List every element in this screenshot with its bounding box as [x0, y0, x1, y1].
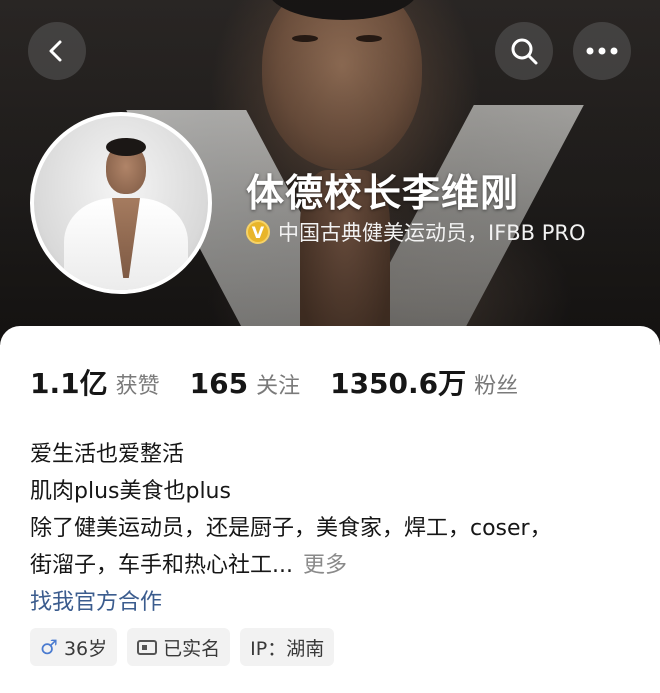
bio-line: 爱生活也爱整活 [30, 442, 185, 467]
likes-label: 获赞 [115, 374, 160, 399]
verification-row: V 中国古典健美运动员，IFBB PRO [246, 217, 586, 247]
bio-line: 肌肉plus美食也plus [30, 479, 231, 504]
profile-name: 体德校长李维刚 [246, 171, 520, 215]
search-button[interactable] [495, 22, 553, 80]
likes-count: 1.1亿 [30, 367, 108, 400]
ip-text: IP：湖南 [250, 637, 325, 660]
age-text: 36岁 [63, 637, 108, 660]
more-button[interactable] [573, 22, 631, 80]
stats-row: 1.1亿 获赞 165 关注 1350.6万 粉丝 [30, 362, 548, 402]
more-horizontal-icon [586, 47, 618, 55]
real-name-tag: 已实名 [127, 628, 231, 666]
profile-card: 1.1亿 获赞 165 关注 1350.6万 粉丝 爱生活也爱整活 肌肉plus… [0, 326, 660, 693]
avatar[interactable] [30, 112, 212, 294]
male-icon: ♂ [40, 635, 58, 659]
followers-count[interactable]: 1350.6万 [330, 362, 466, 402]
search-icon [511, 38, 538, 65]
id-card-icon [137, 639, 158, 655]
bio-line: 除了健美运动员，还是厨子，美食家，焊工，coser， [30, 516, 552, 541]
business-contact-link[interactable]: 找我官方合作 [30, 584, 162, 616]
chevron-left-icon [49, 40, 62, 62]
back-button[interactable] [28, 22, 86, 80]
followers-label[interactable]: 粉丝 [474, 368, 518, 400]
following-count[interactable]: 165 [190, 367, 248, 400]
age-tag: ♂ 36岁 [30, 628, 118, 666]
bio-line: 街溜子，车手和热心社工... [30, 553, 293, 578]
bio-more-link[interactable]: 更多 [303, 553, 347, 578]
profile-tags: ♂ 36岁 已实名 IP：湖南 [30, 628, 335, 666]
ip-tag: IP：湖南 [240, 628, 335, 666]
bio: 爱生活也爱整活 肌肉plus美食也plus 除了健美运动员，还是厨子，美食家，焊… [30, 436, 552, 584]
verified-badge-icon: V [246, 220, 270, 244]
verification-text: 中国古典健美运动员，IFBB PRO [278, 221, 586, 245]
real-name-text: 已实名 [163, 637, 221, 660]
following-label[interactable]: 关注 [256, 368, 300, 400]
